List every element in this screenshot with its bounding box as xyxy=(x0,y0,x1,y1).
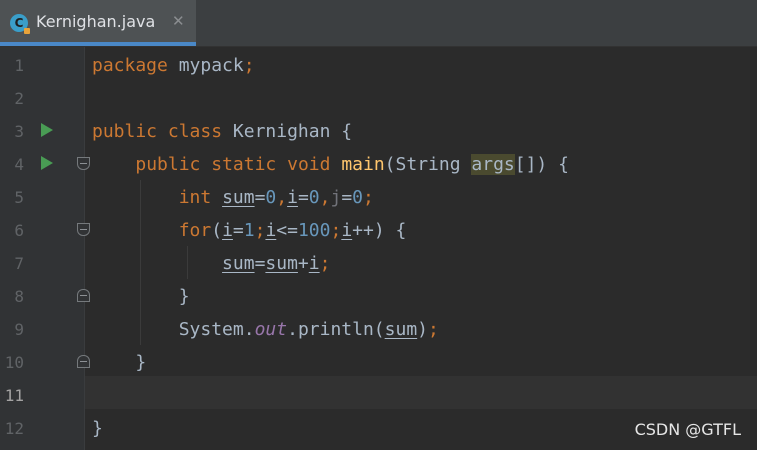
operator: = xyxy=(297,187,309,208)
code-line-5[interactable]: int sum=0,i=0,j=0; xyxy=(92,181,374,214)
keyword: void xyxy=(287,154,331,175)
keyword: class xyxy=(167,121,223,142)
paren: ) xyxy=(417,319,428,340)
code-line-3[interactable]: public class Kernighan { xyxy=(92,115,352,148)
variable: i xyxy=(222,220,233,241)
method-call: println xyxy=(297,319,374,340)
line-number: 10 xyxy=(4,353,24,372)
line-number: 7 xyxy=(14,254,24,273)
tab-kernighan-java[interactable]: C Kernighan.java ✕ xyxy=(0,0,196,46)
type-name: String xyxy=(395,154,461,175)
code-line-6[interactable]: for(i=1;i<=100;i++) { xyxy=(92,214,407,247)
paren: ( xyxy=(384,154,396,175)
line-number: 3 xyxy=(14,122,24,141)
paren: ( xyxy=(373,319,385,340)
variable: i xyxy=(308,253,320,274)
code-line-10[interactable]: } xyxy=(92,346,146,379)
semicolon: ; xyxy=(363,187,374,208)
parameter-highlight: args xyxy=(471,154,515,175)
line-number-current: 11 xyxy=(4,386,24,405)
number: 100 xyxy=(297,220,331,241)
class-name: Kernighan xyxy=(232,121,331,142)
unused-variable: j xyxy=(330,187,342,208)
number: 0 xyxy=(265,187,277,208)
brace: } xyxy=(92,418,103,439)
static-field: out xyxy=(254,319,288,340)
editor-tab-bar: C Kernighan.java ✕ xyxy=(0,0,757,47)
semicolon: ; xyxy=(319,253,331,274)
java-class-icon: C xyxy=(10,14,30,34)
number: 0 xyxy=(352,187,364,208)
package-name: mypack xyxy=(178,55,244,76)
number: 0 xyxy=(308,187,320,208)
operator: <= xyxy=(276,220,298,241)
line-number: 9 xyxy=(14,320,24,339)
paren: []) { xyxy=(514,154,569,175)
line-number: 8 xyxy=(14,287,24,306)
paren: ) { xyxy=(373,220,407,241)
semicolon: ; xyxy=(243,55,255,76)
operator: = xyxy=(254,253,266,274)
variable: i xyxy=(341,220,353,241)
variable: sum xyxy=(265,253,298,274)
variable: sum xyxy=(222,253,255,274)
operator: = xyxy=(232,220,244,241)
variable: i xyxy=(287,187,298,208)
operator: + xyxy=(297,253,309,274)
keyword: int xyxy=(178,187,212,208)
line-number: 12 xyxy=(4,419,24,438)
operator: = xyxy=(341,187,353,208)
brace: { xyxy=(341,121,353,142)
run-main-icon[interactable] xyxy=(41,156,53,170)
dot: . xyxy=(287,319,298,340)
watermark: CSDN @GTFL xyxy=(634,420,741,439)
fold-icon[interactable] xyxy=(77,223,90,236)
class-name: System xyxy=(178,319,244,340)
brace: } xyxy=(135,352,147,373)
semicolon: ; xyxy=(330,220,342,241)
code-line-4[interactable]: public static void main(String args[]) { xyxy=(92,148,569,181)
close-icon[interactable]: ✕ xyxy=(172,12,185,30)
fold-icon[interactable] xyxy=(77,355,90,368)
fold-icon[interactable] xyxy=(77,289,90,302)
paren: ( xyxy=(211,220,223,241)
variable: sum xyxy=(384,319,418,340)
keyword: for xyxy=(178,220,212,241)
semicolon: ; xyxy=(428,319,439,340)
run-class-icon[interactable] xyxy=(41,123,53,137)
comma: , xyxy=(276,187,288,208)
line-number: 4 xyxy=(14,155,24,174)
operator: ++ xyxy=(352,220,374,241)
tab-label: Kernighan.java xyxy=(36,12,156,31)
comma: , xyxy=(319,187,331,208)
brace: } xyxy=(178,286,190,307)
code-line-9[interactable]: System.out.println(sum); xyxy=(92,313,439,346)
keyword: public xyxy=(92,121,158,142)
operator: = xyxy=(254,187,266,208)
code-line-1[interactable]: package mypack; xyxy=(92,49,255,82)
number: 1 xyxy=(243,220,255,241)
current-line-highlight xyxy=(85,376,757,409)
code-line-12[interactable]: } xyxy=(92,412,103,445)
fold-icon[interactable] xyxy=(77,157,90,170)
dot: . xyxy=(243,319,255,340)
line-number: 6 xyxy=(14,221,24,240)
variable: i xyxy=(265,220,277,241)
method-name: main xyxy=(341,154,385,175)
semicolon: ; xyxy=(254,220,266,241)
keyword: static xyxy=(211,154,277,175)
code-line-7[interactable]: sum=sum+i; xyxy=(92,247,330,280)
line-number: 5 xyxy=(14,188,24,207)
line-number: 1 xyxy=(14,56,24,75)
keyword: package xyxy=(92,55,168,76)
variable: sum xyxy=(222,187,255,208)
line-number: 2 xyxy=(14,89,24,108)
code-line-8[interactable]: } xyxy=(92,280,190,313)
keyword: public xyxy=(135,154,201,175)
